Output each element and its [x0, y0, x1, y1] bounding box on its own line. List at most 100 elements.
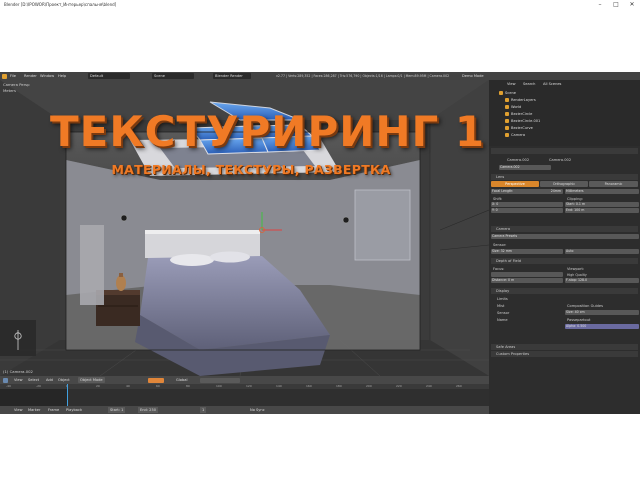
tl-menu-playback[interactable]: Playback [66, 406, 82, 414]
menu-add[interactable]: Add [46, 376, 53, 384]
tab-orthographic[interactable]: Orthographic [540, 181, 588, 187]
outliner-item[interactable]: Camera [505, 132, 525, 138]
display-name[interactable]: Name Passepartout [491, 317, 638, 323]
section-lens[interactable]: Lens [491, 174, 638, 180]
section-depth-of-field[interactable]: Depth of Field [491, 258, 638, 264]
menu-help[interactable]: Help [58, 72, 66, 80]
view-name-label: Camera Persp [3, 82, 30, 87]
info-editor-icon[interactable] [2, 73, 7, 79]
display-size-field[interactable]: Size: 40 cm [565, 310, 639, 315]
datablock-row: Camera.002 [491, 165, 638, 171]
section-safe-areas[interactable]: Safe Areas [491, 344, 638, 350]
outliner-item[interactable]: RenderLayers [505, 97, 536, 103]
focal-length-field[interactable]: Focal Length: 24mm [491, 189, 563, 194]
lens-unit-selector[interactable]: Millimeters [565, 189, 639, 194]
overlay-headline: ТЕКСТУРИРИНГ 1 [50, 107, 486, 156]
outliner-menu-view[interactable]: View [507, 81, 516, 87]
display-mist[interactable]: Mist Composition Guides [491, 303, 638, 309]
info-header: File Render Window Help Default Scene Bl… [0, 72, 640, 80]
fstop-field[interactable]: F-stop: 128.0 [565, 278, 639, 283]
curve-icon [505, 126, 509, 130]
menu-window[interactable]: Window [40, 72, 54, 80]
tl-menu-frame[interactable]: Frame [48, 406, 59, 414]
breadcrumb-object[interactable]: Camera.002 [507, 157, 529, 163]
demo-mode-label: Demo Mode [462, 74, 484, 78]
world-icon [505, 105, 509, 109]
timeline-tick: 260 [456, 384, 462, 388]
tab-perspective[interactable]: Perspective [491, 181, 539, 187]
render-engine-selector[interactable]: Blender Render [213, 73, 251, 79]
timeline-tick: 140 [276, 384, 282, 388]
outliner-menu-search[interactable]: Search [523, 81, 535, 87]
timeline-tick: 160 [306, 384, 312, 388]
sensor-label-row: Sensor: [491, 242, 638, 248]
tl-menu-view[interactable]: View [14, 406, 23, 414]
menu-render[interactable]: Render [24, 72, 37, 80]
outliner-item[interactable]: BezierCircle [505, 111, 532, 117]
breadcrumb: Camera.002 Camera.002 [491, 157, 638, 163]
mode-selector[interactable]: Object Mode [78, 377, 105, 383]
menu-view[interactable]: View [14, 376, 23, 384]
alpha-field[interactable]: Alpha: 0.500 [565, 324, 639, 329]
shift-y-row: Y: 0 End: 100 m [491, 208, 639, 214]
shading-button[interactable] [148, 377, 164, 383]
menu-object[interactable]: Object [58, 376, 70, 384]
active-object-label: (1) Camera.002 [3, 369, 33, 374]
breadcrumb-data[interactable]: Camera.002 [549, 157, 571, 163]
camera-icon [505, 133, 509, 137]
timeline-tick: -20 [36, 384, 41, 388]
menu-select[interactable]: Select [28, 376, 39, 384]
outliner-item[interactable]: BezierCurve [505, 125, 533, 131]
section-display[interactable]: Display [491, 288, 638, 294]
sensor-fit-selector[interactable]: Auto [565, 249, 639, 254]
units-label: Meters [3, 88, 16, 93]
close-button[interactable]: ✕ [624, 0, 640, 9]
sensor-size-field[interactable]: Size: 32 mm [491, 249, 563, 254]
current-frame-field[interactable]: 1 [200, 407, 207, 413]
renderlayers-icon [505, 98, 509, 102]
clip-end-field[interactable]: End: 100 m [565, 208, 639, 213]
pivot-selector[interactable]: Global [176, 376, 187, 384]
focus-object-field[interactable] [491, 272, 563, 277]
section-camera[interactable]: Camera [491, 226, 638, 232]
camera-presets-selector[interactable]: Camera Presets [491, 234, 639, 239]
maximize-button[interactable]: □ [608, 0, 624, 9]
outliner-filter[interactable]: All Scenes [543, 81, 561, 87]
display-limits[interactable]: Limits [491, 296, 638, 302]
datablock-field[interactable]: Camera.002 [499, 165, 551, 170]
current-frame-line[interactable] [67, 384, 68, 406]
timeline-tick: 180 [336, 384, 342, 388]
outliner-item[interactable]: BezierCircle.001 [505, 118, 540, 124]
outliner[interactable]: View Search All Scenes Scene RenderLayer… [489, 80, 640, 146]
menu-file[interactable]: File [10, 72, 16, 80]
timeline[interactable]: -40 -20 0 20 40 60 80 100 120 140 160 18… [0, 384, 489, 406]
distance-field[interactable]: Distance: 0 m [491, 278, 563, 283]
scene-stats: v2.77 | Verts:289,352 | Faces:286,287 | … [276, 74, 450, 78]
end-frame-field[interactable]: End: 250 [138, 407, 159, 413]
scene-selector[interactable]: Scene [152, 73, 194, 79]
composition-guides-selector[interactable]: Composition Guides [567, 303, 603, 309]
right-panels: View Search All Scenes Scene RenderLayer… [489, 80, 640, 414]
tl-menu-marker[interactable]: Marker [28, 406, 40, 414]
curve-icon [505, 112, 509, 116]
outliner-item[interactable]: Scene [499, 90, 516, 96]
window-title: Blender [D:\IPOWOR\Проект_Интерьер\спаль… [4, 2, 117, 7]
timeline-header: View Marker Frame Playback Start: 1 End:… [0, 406, 489, 414]
shift-x-field[interactable]: X: 0 [491, 202, 563, 207]
start-frame-field[interactable]: Start: 1 [108, 407, 126, 413]
minimize-button[interactable]: – [592, 0, 608, 9]
section-custom-properties[interactable]: Custom Properties [491, 351, 638, 357]
shift-y-field[interactable]: Y: 0 [491, 208, 563, 213]
timeline-tick: 240 [426, 384, 432, 388]
clip-start-field[interactable]: Start: 0.1 m [565, 202, 639, 207]
tab-panoramic[interactable]: Panoramic [589, 181, 638, 187]
display-sensor[interactable]: Sensor Size: 40 cm [491, 310, 639, 316]
sync-selector[interactable]: No Sync [250, 406, 265, 414]
outliner-item[interactable]: World [505, 104, 521, 110]
layout-selector[interactable]: Default [88, 73, 130, 79]
passepartout-checkbox[interactable]: Passepartout [567, 317, 590, 323]
editor-type-icon[interactable] [3, 377, 8, 383]
manipulator-buttons[interactable] [200, 377, 240, 383]
property-context-tabs[interactable] [491, 148, 638, 154]
timeline-tick: 120 [246, 384, 252, 388]
